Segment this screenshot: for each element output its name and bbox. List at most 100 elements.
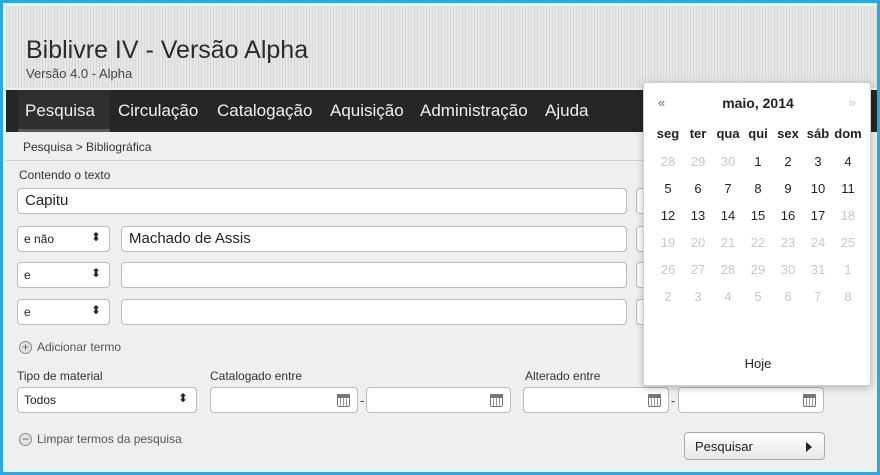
breadcrumb: Pesquisa > Bibliográfica [23, 140, 152, 154]
calendar-day[interactable]: 2 [653, 283, 683, 310]
menu-circulacao[interactable]: Circulação [118, 101, 198, 121]
app-window: Biblivre IV - Versão Alpha Versão 4.0 - … [0, 0, 880, 475]
add-term-label: Adicionar termo [37, 340, 122, 354]
calendar-day[interactable]: 16 [773, 202, 803, 229]
calendar-day[interactable]: 7 [713, 175, 743, 202]
altered-to-date[interactable] [678, 387, 824, 413]
datepicker-grid: seg ter qua qui sex sáb dom 28 29 30 1 2 3 4 5 6 7 8 9 10 11… [644, 126, 872, 310]
calendar-day[interactable]: 10 [803, 175, 833, 202]
calendar-day[interactable]: 25 [833, 229, 863, 256]
menu-catalogacao[interactable]: Catalogação [217, 101, 312, 121]
term-operator-select-3[interactable]: e ⬍ [17, 299, 110, 325]
calendar-day[interactable]: 18 [833, 202, 863, 229]
calendar-day[interactable]: 24 [803, 229, 833, 256]
calendar-day[interactable]: 29 [683, 148, 713, 175]
app-title: Biblivre IV - Versão Alpha [26, 36, 309, 64]
weekday-header: ter [689, 126, 707, 141]
calendar-icon[interactable] [490, 394, 503, 407]
material-type-label: Tipo de material [17, 369, 103, 383]
material-type-select[interactable]: Todos ⬍ [17, 387, 197, 413]
menu-ajuda[interactable]: Ajuda [545, 101, 588, 121]
term-input-2[interactable] [121, 262, 627, 288]
contains-text-label: Contendo o texto [19, 168, 111, 182]
calendar-day[interactable]: 6 [773, 283, 803, 310]
calendar-day[interactable]: 13 [683, 202, 713, 229]
calendar-day[interactable]: 11 [833, 175, 863, 202]
calendar-day[interactable]: 1 [833, 256, 863, 283]
calendar-day[interactable]: 1 [743, 148, 773, 175]
calendar-day[interactable]: 17 [803, 202, 833, 229]
datepicker-month-title[interactable]: maio, 2014 [644, 95, 872, 111]
divider [6, 160, 646, 161]
search-button[interactable]: Pesquisar [684, 432, 825, 460]
calendar-day[interactable]: 3 [683, 283, 713, 310]
cataloged-between-label: Catalogado entre [210, 369, 303, 383]
contains-text-input[interactable]: Capitu [17, 188, 627, 214]
calendar-day[interactable]: 30 [773, 256, 803, 283]
app-version: Versão 4.0 - Alpha [26, 66, 133, 81]
material-type-value: Todos [24, 393, 57, 407]
calendar-day[interactable]: 4 [713, 283, 743, 310]
calendar-day[interactable]: 26 [653, 256, 683, 283]
weekday-header: dom [834, 126, 862, 141]
calendar-day[interactable]: 15 [743, 202, 773, 229]
weekday-header: sáb [806, 126, 830, 141]
calendar-day[interactable]: 5 [653, 175, 683, 202]
calendar-icon[interactable] [648, 394, 661, 407]
calendar-day[interactable]: 3 [803, 148, 833, 175]
calendar-day[interactable]: 22 [743, 229, 773, 256]
next-month-button[interactable]: » [849, 95, 856, 110]
calendar-day[interactable]: 5 [743, 283, 773, 310]
term-operator-select-2[interactable]: e ⬍ [17, 262, 110, 288]
calendar-day[interactable]: 4 [833, 148, 863, 175]
term-input-3[interactable] [121, 299, 627, 325]
cataloged-to-date[interactable] [366, 387, 511, 413]
calendar-day[interactable]: 21 [713, 229, 743, 256]
calendar-icon[interactable] [803, 394, 816, 407]
menu-pesquisa[interactable]: Pesquisa [25, 101, 95, 121]
menu-aquisicao[interactable]: Aquisição [330, 101, 404, 121]
altered-from-date[interactable] [523, 387, 669, 413]
calendar-day[interactable]: 2 [773, 148, 803, 175]
calendar-day[interactable]: 31 [803, 256, 833, 283]
add-term-link[interactable]: + Adicionar termo [19, 340, 121, 354]
calendar-day[interactable]: 14 [713, 202, 743, 229]
calendar-day[interactable]: 9 [773, 175, 803, 202]
weekday-header: seg [656, 126, 680, 141]
calendar-day[interactable]: 8 [743, 175, 773, 202]
clear-terms-label: Limpar termos da pesquisa [37, 432, 182, 446]
today-button[interactable]: Hoje [644, 356, 872, 371]
term-input-1[interactable]: Machado de Assis [121, 226, 627, 252]
plus-circle-icon: + [19, 340, 32, 354]
calendar-day[interactable]: 30 [713, 148, 743, 175]
select-arrows-icon: ⬍ [90, 266, 101, 280]
select-arrows-icon: ⬍ [90, 303, 101, 317]
menu-administracao[interactable]: Administração [420, 101, 528, 121]
calendar-day[interactable]: 8 [833, 283, 863, 310]
calendar-day[interactable]: 12 [653, 202, 683, 229]
calendar-day[interactable]: 19 [653, 229, 683, 256]
datepicker-popup: « maio, 2014 » seg ter qua qui sex sáb dom 28 29… [643, 82, 871, 386]
weekday-header: qui [748, 126, 768, 141]
cataloged-from-date[interactable] [210, 387, 358, 413]
calendar-day[interactable]: 29 [743, 256, 773, 283]
range-dash: - [360, 393, 365, 408]
term-operator-value-1: e não [24, 232, 55, 246]
minus-circle-icon: − [19, 432, 32, 446]
clear-terms-link[interactable]: − Limpar termos da pesquisa [19, 432, 182, 446]
calendar-day[interactable]: 6 [683, 175, 713, 202]
calendar-day[interactable]: 28 [713, 256, 743, 283]
calendar-day[interactable]: 27 [683, 256, 713, 283]
calendar-icon[interactable] [337, 394, 350, 407]
select-arrows-icon: ⬍ [177, 391, 188, 405]
play-arrow-icon [806, 442, 812, 452]
calendar-day[interactable]: 20 [683, 229, 713, 256]
term-operator-select-1[interactable]: e não ⬍ [17, 226, 110, 252]
term-operator-value-3: e [24, 305, 31, 319]
calendar-day[interactable]: 28 [653, 148, 683, 175]
calendar-day[interactable]: 23 [773, 229, 803, 256]
range-dash: - [671, 393, 676, 408]
app-header: Biblivre IV - Versão Alpha Versão 4.0 - … [6, 6, 877, 88]
calendar-day[interactable]: 7 [803, 283, 833, 310]
select-arrows-icon: ⬍ [90, 230, 101, 244]
